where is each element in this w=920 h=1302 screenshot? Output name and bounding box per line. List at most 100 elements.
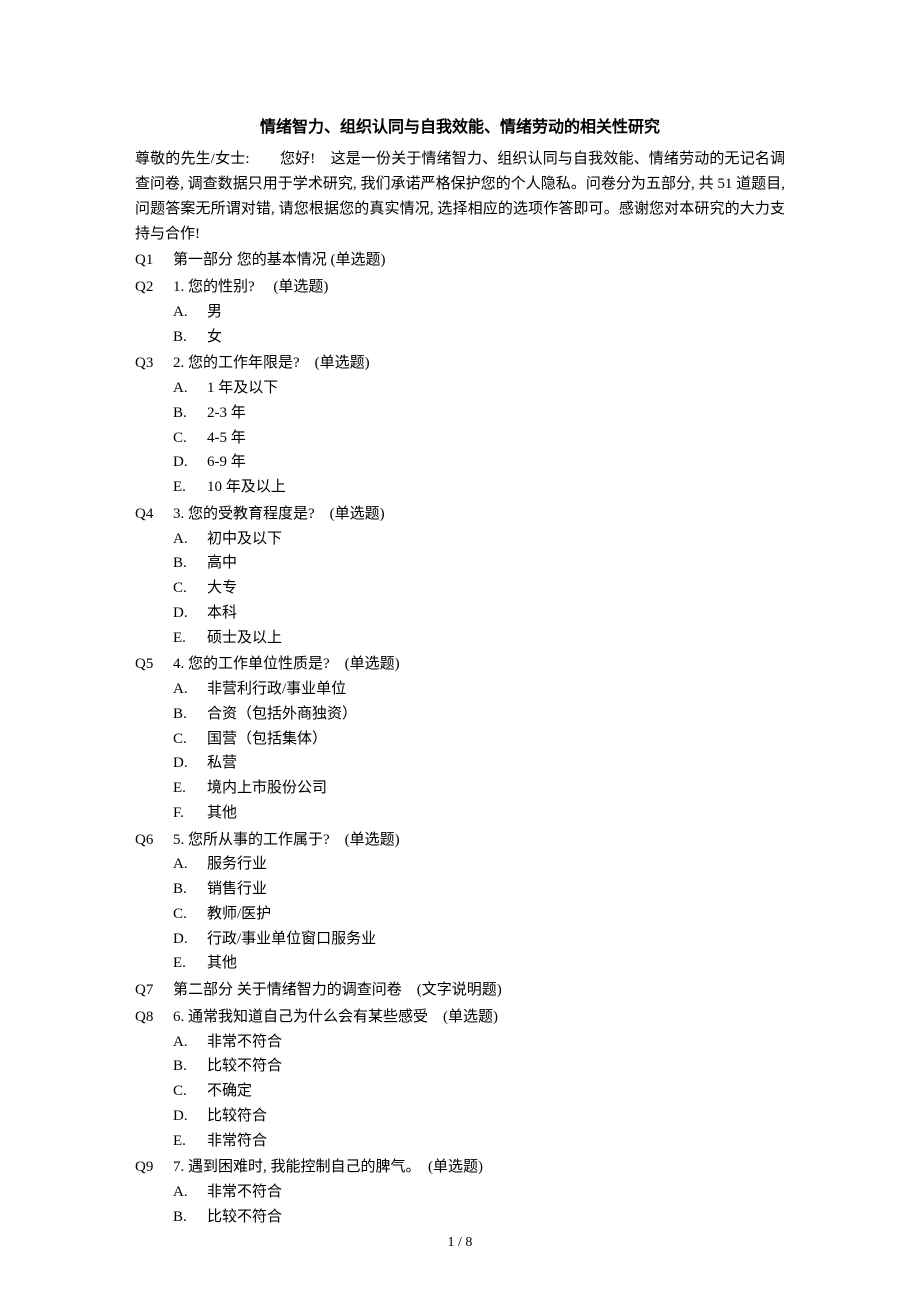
option-letter: C. bbox=[173, 902, 207, 927]
option-text: 行政/事业单位窗口服务业 bbox=[207, 927, 376, 952]
option-row: A.初中及以下 bbox=[173, 527, 785, 552]
option-text: 销售行业 bbox=[207, 877, 267, 902]
option-row: B.女 bbox=[173, 325, 785, 350]
question-text: 7. 遇到困难时, 我能控制自己的脾气。 (单选题) bbox=[173, 1155, 785, 1180]
option-text: 非常不符合 bbox=[207, 1030, 282, 1055]
option-text: 1 年及以下 bbox=[207, 376, 278, 401]
option-row: A.非常不符合 bbox=[173, 1030, 785, 1055]
option-letter: E. bbox=[173, 626, 207, 651]
option-text: 非常不符合 bbox=[207, 1180, 282, 1205]
option-text: 比较不符合 bbox=[207, 1205, 282, 1230]
option-letter: C. bbox=[173, 426, 207, 451]
option-letter: A. bbox=[173, 376, 207, 401]
question-number: Q5 bbox=[135, 652, 173, 677]
option-letter: A. bbox=[173, 852, 207, 877]
option-row: D.私营 bbox=[173, 751, 785, 776]
option-letter: D. bbox=[173, 927, 207, 952]
intro-paragraph: 尊敬的先生/女士: 您好! 这是一份关于情绪智力、组织认同与自我效能、情绪劳动的… bbox=[135, 147, 785, 246]
option-text: 高中 bbox=[207, 551, 237, 576]
option-text: 比较符合 bbox=[207, 1104, 267, 1129]
question-row: Q65. 您所从事的工作属于? (单选题) bbox=[135, 828, 785, 853]
option-letter: A. bbox=[173, 1030, 207, 1055]
option-row: D.行政/事业单位窗口服务业 bbox=[173, 927, 785, 952]
question-row: Q43. 您的受教育程度是? (单选题) bbox=[135, 502, 785, 527]
option-row: A.1 年及以下 bbox=[173, 376, 785, 401]
option-text: 不确定 bbox=[207, 1079, 252, 1104]
question-row: Q97. 遇到困难时, 我能控制自己的脾气。 (单选题) bbox=[135, 1155, 785, 1180]
question-text: 5. 您所从事的工作属于? (单选题) bbox=[173, 828, 785, 853]
option-row: B.比较不符合 bbox=[173, 1205, 785, 1230]
option-letter: B. bbox=[173, 1205, 207, 1230]
option-row: A.非常不符合 bbox=[173, 1180, 785, 1205]
option-text: 教师/医护 bbox=[207, 902, 271, 927]
option-text: 本科 bbox=[207, 601, 237, 626]
question-text: 第二部分 关于情绪智力的调查问卷 (文字说明题) bbox=[173, 978, 785, 1003]
option-letter: B. bbox=[173, 702, 207, 727]
option-row: D.比较符合 bbox=[173, 1104, 785, 1129]
option-row: C.不确定 bbox=[173, 1079, 785, 1104]
options-list: A.初中及以下B.高中C.大专D.本科E.硕士及以上 bbox=[135, 527, 785, 651]
option-text: 比较不符合 bbox=[207, 1054, 282, 1079]
option-letter: A. bbox=[173, 527, 207, 552]
option-text: 其他 bbox=[207, 951, 237, 976]
option-letter: C. bbox=[173, 727, 207, 752]
option-letter: B. bbox=[173, 325, 207, 350]
option-letter: F. bbox=[173, 801, 207, 826]
option-letter: B. bbox=[173, 401, 207, 426]
question-block: Q54. 您的工作单位性质是? (单选题)A.非营利行政/事业单位B.合资（包括… bbox=[135, 652, 785, 825]
question-block: Q65. 您所从事的工作属于? (单选题)A.服务行业B.销售行业C.教师/医护… bbox=[135, 828, 785, 977]
options-list: A.非常不符合B.比较不符合C.不确定D.比较符合E.非常符合 bbox=[135, 1030, 785, 1154]
option-text: 其他 bbox=[207, 801, 237, 826]
option-letter: A. bbox=[173, 1180, 207, 1205]
option-text: 服务行业 bbox=[207, 852, 267, 877]
option-letter: C. bbox=[173, 1079, 207, 1104]
option-text: 女 bbox=[207, 325, 222, 350]
option-text: 硕士及以上 bbox=[207, 626, 282, 651]
option-text: 合资（包括外商独资） bbox=[207, 702, 357, 727]
option-row: E.硕士及以上 bbox=[173, 626, 785, 651]
option-text: 6-9 年 bbox=[207, 450, 246, 475]
options-list: A.1 年及以下B.2-3 年C.4-5 年D.6-9 年E.10 年及以上 bbox=[135, 376, 785, 500]
option-text: 非营利行政/事业单位 bbox=[207, 677, 346, 702]
option-letter: C. bbox=[173, 576, 207, 601]
questions-container: Q1第一部分 您的基本情况 (单选题)Q21. 您的性别? (单选题)A.男B.… bbox=[135, 248, 785, 1229]
option-row: A.男 bbox=[173, 300, 785, 325]
question-text: 第一部分 您的基本情况 (单选题) bbox=[173, 248, 785, 273]
option-letter: A. bbox=[173, 677, 207, 702]
question-number: Q3 bbox=[135, 351, 173, 376]
option-letter: A. bbox=[173, 300, 207, 325]
question-number: Q9 bbox=[135, 1155, 173, 1180]
options-list: A.非营利行政/事业单位B.合资（包括外商独资）C.国营（包括集体）D.私营E.… bbox=[135, 677, 785, 826]
document-title: 情绪智力、组织认同与自我效能、情绪劳动的相关性研究 bbox=[135, 115, 785, 141]
option-row: B.高中 bbox=[173, 551, 785, 576]
question-row: Q7第二部分 关于情绪智力的调查问卷 (文字说明题) bbox=[135, 978, 785, 1003]
option-letter: D. bbox=[173, 1104, 207, 1129]
page-footer: 1 / 8 bbox=[0, 1231, 920, 1254]
option-letter: E. bbox=[173, 951, 207, 976]
option-text: 男 bbox=[207, 300, 222, 325]
question-block: Q43. 您的受教育程度是? (单选题)A.初中及以下B.高中C.大专D.本科E… bbox=[135, 502, 785, 651]
question-block: Q32. 您的工作年限是? (单选题)A.1 年及以下B.2-3 年C.4-5 … bbox=[135, 351, 785, 500]
option-row: B.比较不符合 bbox=[173, 1054, 785, 1079]
question-number: Q1 bbox=[135, 248, 173, 273]
option-row: C.4-5 年 bbox=[173, 426, 785, 451]
question-row: Q1第一部分 您的基本情况 (单选题) bbox=[135, 248, 785, 273]
option-row: B.合资（包括外商独资） bbox=[173, 702, 785, 727]
option-text: 私营 bbox=[207, 751, 237, 776]
options-list: A.服务行业B.销售行业C.教师/医护D.行政/事业单位窗口服务业E.其他 bbox=[135, 852, 785, 976]
option-text: 10 年及以上 bbox=[207, 475, 286, 500]
option-row: E.境内上市股份公司 bbox=[173, 776, 785, 801]
option-letter: D. bbox=[173, 450, 207, 475]
option-row: E.其他 bbox=[173, 951, 785, 976]
question-number: Q6 bbox=[135, 828, 173, 853]
option-text: 境内上市股份公司 bbox=[207, 776, 327, 801]
option-text: 4-5 年 bbox=[207, 426, 246, 451]
options-list: A.非常不符合B.比较不符合 bbox=[135, 1180, 785, 1230]
option-letter: D. bbox=[173, 601, 207, 626]
question-row: Q54. 您的工作单位性质是? (单选题) bbox=[135, 652, 785, 677]
question-text: 3. 您的受教育程度是? (单选题) bbox=[173, 502, 785, 527]
option-letter: E. bbox=[173, 475, 207, 500]
question-block: Q86. 通常我知道自己为什么会有某些感受 (单选题)A.非常不符合B.比较不符… bbox=[135, 1005, 785, 1154]
option-row: E.非常符合 bbox=[173, 1129, 785, 1154]
option-letter: D. bbox=[173, 751, 207, 776]
